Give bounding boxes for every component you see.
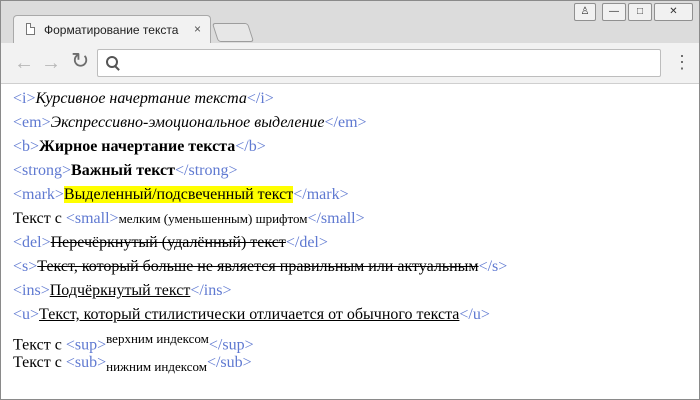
line-small: Текст с <small>мелким (уменьшенным) шриф… xyxy=(13,209,365,229)
browser-window: Форматирование текста × ♙ — □ ✕ ← → ↻ ⋮ … xyxy=(0,0,700,400)
em-text: Экспрессивно-эмоциональное выделение xyxy=(50,114,325,131)
close-tag: </sup> xyxy=(208,336,254,354)
close-tag: </b> xyxy=(235,138,266,155)
forward-button[interactable]: → xyxy=(41,53,61,73)
line-italic: <i>Курсивное начертание текста</i> xyxy=(13,89,274,109)
reload-button[interactable]: ↻ xyxy=(71,50,89,72)
u-text: Текст, который стилистически отличается … xyxy=(39,306,460,323)
new-tab-button[interactable] xyxy=(211,23,255,42)
address-bar[interactable] xyxy=(97,49,661,77)
maximize-button[interactable]: □ xyxy=(628,3,652,21)
close-tag: </s> xyxy=(478,258,508,275)
close-button[interactable]: ✕ xyxy=(654,3,693,21)
open-tag: <u> xyxy=(13,306,40,323)
person-icon: ♙ xyxy=(580,6,590,17)
line-strong: <strong>Важный текст</strong> xyxy=(13,161,238,181)
strong-text: Важный текст xyxy=(71,162,175,179)
open-tag: <del> xyxy=(13,234,51,251)
line-prefix: Текст с xyxy=(13,210,66,227)
minimize-button[interactable]: — xyxy=(602,3,626,21)
page-icon xyxy=(26,23,35,35)
browser-tab[interactable]: Форматирование текста × xyxy=(13,15,211,44)
open-tag: <b> xyxy=(13,138,40,155)
line-u: <u>Текст, который стилистически отличает… xyxy=(13,305,490,325)
bold-text: Жирное начертание текста xyxy=(39,138,236,155)
search-icon xyxy=(106,56,118,68)
back-button[interactable]: ← xyxy=(14,53,34,73)
line-prefix: Текст с xyxy=(13,354,66,371)
line-em: <em>Экспрессивно-эмоциональное выделение… xyxy=(13,113,367,133)
title-bar: Форматирование текста × ♙ — □ ✕ xyxy=(1,1,699,44)
line-prefix: Текст с xyxy=(13,336,66,354)
italic-text: Курсивное начертание текста xyxy=(35,90,247,107)
open-tag: <small> xyxy=(65,210,119,227)
close-tab-icon[interactable]: × xyxy=(194,22,201,36)
browser-toolbar: ← → ↻ ⋮ xyxy=(1,43,699,84)
line-sup: Текст с <sup>верхним индексом</sup> xyxy=(13,329,254,355)
line-del: <del>Перечёркнутый (удалённый) текст</de… xyxy=(13,233,328,253)
line-mark: <mark>Выделенный/подсвеченный текст</mar… xyxy=(13,185,349,205)
profile-button[interactable]: ♙ xyxy=(574,3,596,21)
line-sub: Текст с <sub>нижним индексом</sub> xyxy=(13,353,252,377)
open-tag: <sup> xyxy=(65,336,107,354)
small-text: мелким (уменьшенным) шрифтом xyxy=(118,211,308,226)
browser-menu-button[interactable]: ⋮ xyxy=(673,53,691,71)
open-tag: <i> xyxy=(13,90,36,107)
open-tag: <ins> xyxy=(13,282,50,299)
close-tag: </sub> xyxy=(206,354,252,371)
close-tag: </strong> xyxy=(175,162,238,179)
mark-text: Выделенный/подсвеченный текст xyxy=(63,186,294,203)
close-tag: </u> xyxy=(459,306,490,323)
open-tag: <strong> xyxy=(13,162,72,179)
open-tag: <mark> xyxy=(13,186,64,203)
close-tag: </mark> xyxy=(293,186,349,203)
open-tag: <em> xyxy=(13,114,51,131)
s-text: Текст, который больше не является правил… xyxy=(37,258,479,275)
close-tag: </ins> xyxy=(190,282,232,299)
close-tag: </i> xyxy=(246,90,274,107)
ins-text: Подчёркнутый текст xyxy=(49,282,191,299)
sup-text: верхним индексом xyxy=(106,331,209,346)
open-tag: <sub> xyxy=(65,354,107,371)
line-bold: <b>Жирное начертание текста</b> xyxy=(13,137,266,157)
tab-title: Форматирование текста xyxy=(44,23,179,37)
close-tag: </em> xyxy=(324,114,367,131)
open-tag: <s> xyxy=(13,258,38,275)
close-tag: </small> xyxy=(307,210,365,227)
line-ins: <ins>Подчёркнутый текст</ins> xyxy=(13,281,231,301)
close-tag: </del> xyxy=(285,234,328,251)
sub-text: нижним индексом xyxy=(106,359,207,375)
del-text: Перечёркнутый (удалённый) текст xyxy=(50,234,286,251)
line-s: <s>Текст, который больше не является пра… xyxy=(13,257,507,277)
